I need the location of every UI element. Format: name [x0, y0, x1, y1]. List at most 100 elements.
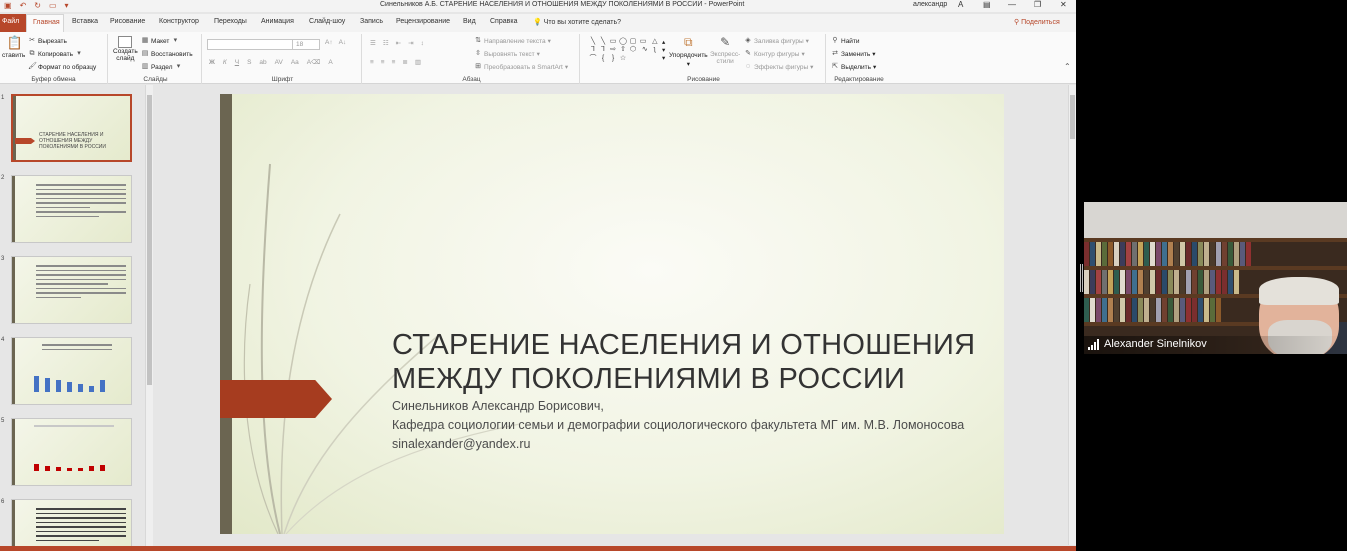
- tab-record[interactable]: Запись: [360, 18, 383, 25]
- font-name-combo[interactable]: [207, 39, 293, 50]
- font-format-buttons: Ж К Ч S ab AV Aa A⌫ A: [209, 58, 333, 67]
- tab-home[interactable]: Главная: [26, 14, 64, 32]
- smartart-button[interactable]: ⊞ Преобразовать в SmartArt ▾: [474, 63, 568, 71]
- slide-title[interactable]: СТАРЕНИЕ НАСЕЛЕНИЯ И ОТНОШЕНИЯ МЕЖДУ ПОК…: [392, 328, 992, 396]
- shapes-gallery[interactable]: ╲ ╲ ▭ ◯ ▢ ▭ △⅂ ⅂ ⇨ ⇧ ⬡ ∿ ʅ⌒{} ☆: [588, 37, 664, 71]
- tab-draw[interactable]: Рисование: [110, 18, 145, 25]
- restore-icon[interactable]: ❐: [1034, 0, 1041, 9]
- share-button[interactable]: ⚲ Поделиться: [1014, 18, 1060, 26]
- shape-hexagon-icon: ⬡: [629, 46, 637, 53]
- drag-handle[interactable]: [1080, 264, 1083, 292]
- justify-icon[interactable]: ≣: [402, 58, 407, 66]
- font-color-icon[interactable]: A: [328, 59, 332, 66]
- group-font: 18 A↑ A↓ Ж К Ч S ab AV Aa A⌫ A Шрифт: [204, 34, 362, 84]
- text-direction-icon: ⇅: [475, 37, 481, 44]
- account-initial[interactable]: А: [958, 0, 963, 9]
- slide-thumbnail-5[interactable]: [11, 418, 132, 486]
- slide-thumbnail-3[interactable]: [11, 256, 132, 324]
- undo-icon[interactable]: ↶: [20, 1, 27, 10]
- align-center-icon[interactable]: ≡: [381, 59, 385, 66]
- tab-transitions[interactable]: Переходы: [214, 18, 247, 25]
- reset-button[interactable]: ▤ Восстановить: [141, 50, 193, 58]
- tab-insert[interactable]: Вставка: [72, 18, 98, 25]
- tell-me-search[interactable]: 💡 Что вы хотите сделать?: [533, 18, 621, 26]
- italic-button[interactable]: К: [223, 59, 227, 66]
- shape-fill-button[interactable]: ◈ Заливка фигуры ▾: [744, 37, 809, 45]
- find-button[interactable]: ⚲ Найти: [831, 37, 859, 45]
- customize-qat-icon[interactable]: ▾: [65, 1, 69, 10]
- font-shrink-icon[interactable]: A↓: [339, 39, 347, 46]
- save-icon[interactable]: ▣: [4, 1, 12, 10]
- spacing-icon[interactable]: AV: [275, 59, 283, 66]
- paste-button[interactable]: 📋 ставить: [2, 36, 25, 60]
- text-direction-button[interactable]: ⇅ Направление текста ▾: [474, 37, 551, 45]
- select-button[interactable]: ⇱ Выделить ▾: [831, 63, 876, 71]
- tab-animations[interactable]: Анимация: [261, 18, 294, 25]
- smartart-icon: ⊞: [475, 63, 481, 70]
- shadow-icon[interactable]: ab: [259, 59, 266, 66]
- shape-curve-icon: ⌒: [589, 55, 597, 62]
- text-direction-label: Направление текста: [484, 37, 546, 45]
- ribbon-display-icon[interactable]: ▤: [983, 0, 991, 9]
- bold-button[interactable]: Ж: [209, 59, 215, 66]
- thumbnail-scrollbar[interactable]: [145, 85, 153, 551]
- redo-icon[interactable]: ↻: [34, 1, 41, 10]
- decrease-indent-icon[interactable]: ⇤: [396, 39, 401, 47]
- case-icon[interactable]: Aa: [291, 59, 299, 66]
- clear-format-icon[interactable]: A⌫: [307, 58, 321, 66]
- tab-review[interactable]: Рецензирование: [396, 18, 450, 25]
- scrollbar-thumb[interactable]: [147, 95, 152, 385]
- shape-arrow-icon: ⇨: [610, 46, 616, 53]
- tab-view[interactable]: Вид: [463, 18, 476, 25]
- tab-help[interactable]: Справка: [490, 18, 517, 25]
- increase-indent-icon[interactable]: ⇥: [408, 39, 413, 47]
- layout-button[interactable]: ▦ Макет ▾: [141, 37, 179, 45]
- strike-button[interactable]: S: [247, 59, 251, 66]
- group-clipboard: 📋 ставить ✂ Вырезать ⧉ Копировать ▾ 🖌 Формат…: [0, 34, 108, 84]
- align-right-icon[interactable]: ≡: [392, 59, 396, 66]
- account-name[interactable]: александр: [913, 1, 947, 8]
- slide-thumbnail-4[interactable]: [11, 337, 132, 405]
- arrange-button[interactable]: ⧉ Упорядочить ▾: [669, 36, 708, 68]
- replace-button[interactable]: ⇄ Заменить ▾: [831, 50, 875, 58]
- start-slideshow-icon[interactable]: ▭: [49, 1, 57, 10]
- align-text-button[interactable]: ⇳ Выровнять текст ▾: [474, 50, 540, 58]
- slide-thumbnail-1[interactable]: СТАРЕНИЕ НАСЕЛЕНИЯ И ОТНОШЕНИЯ МЕЖДУ ПОК…: [11, 94, 132, 162]
- line-spacing-icon[interactable]: ↕: [421, 40, 424, 47]
- font-grow-icon[interactable]: A↑: [325, 39, 333, 46]
- close-icon[interactable]: ✕: [1060, 0, 1067, 9]
- bullets-icon[interactable]: ☰: [370, 39, 376, 47]
- cut-button[interactable]: ✂ Вырезать: [28, 37, 67, 45]
- font-size-combo[interactable]: 18: [292, 39, 320, 50]
- underline-button[interactable]: Ч: [235, 59, 239, 66]
- current-slide[interactable]: СТАРЕНИЕ НАСЕЛЕНИЯ И ОТНОШЕНИЯ МЕЖДУ ПОК…: [220, 94, 1004, 534]
- chevron-up-icon: ▴: [662, 39, 666, 46]
- tab-file[interactable]: Файл: [0, 14, 26, 32]
- reset-icon: ▤: [141, 50, 149, 57]
- columns-icon[interactable]: ▥: [415, 58, 421, 66]
- tab-slideshow[interactable]: Слайд-шоу: [309, 18, 345, 25]
- copy-button[interactable]: ⧉ Копировать ▾: [28, 50, 83, 58]
- tab-design[interactable]: Конструктор: [159, 18, 199, 25]
- chevron-down-icon: ▾: [547, 38, 551, 45]
- format-painter-button[interactable]: 🖌 Формат по образцу: [28, 63, 96, 71]
- group-drawing: ╲ ╲ ▭ ◯ ▢ ▭ △⅂ ⅂ ⇨ ⇧ ⬡ ∿ ʅ⌒{} ☆ ▴ ▾ ▾ ⧉ Упорядочить ▾…: [582, 34, 826, 84]
- minimize-icon[interactable]: —: [1008, 0, 1016, 9]
- shape-effects-button[interactable]: ◌ Эффекты фигуры ▾: [744, 63, 814, 71]
- scrollbar-thumb[interactable]: [1070, 95, 1075, 139]
- section-button[interactable]: ▥ Раздел ▾: [141, 63, 182, 71]
- slide-subtitle[interactable]: Синельников Александр Борисович, Кафедра…: [392, 400, 972, 457]
- slide-thumbnail-6[interactable]: [11, 499, 132, 551]
- quick-styles-button[interactable]: ✎ Экспресс- стили: [710, 36, 740, 65]
- shape-outline-button[interactable]: ✎ Контур фигуры ▾: [744, 50, 805, 58]
- thumb-stem: [12, 500, 15, 551]
- slide-scrollbar[interactable]: [1068, 85, 1076, 545]
- video-tile[interactable]: Alexander Sinelnikov: [1084, 202, 1347, 354]
- new-slide-button[interactable]: Создать слайд: [113, 36, 138, 62]
- numbering-icon[interactable]: ☷: [383, 39, 389, 47]
- ribbon-home: 📋 ставить ✂ Вырезать ⧉ Копировать ▾ 🖌 Формат…: [0, 32, 1076, 84]
- shapes-gallery-scroll[interactable]: ▴ ▾ ▾: [662, 38, 665, 62]
- slide-thumbnail-2[interactable]: [11, 175, 132, 243]
- collapse-ribbon-icon[interactable]: ⌃: [1064, 62, 1071, 71]
- align-left-icon[interactable]: ≡: [370, 59, 374, 66]
